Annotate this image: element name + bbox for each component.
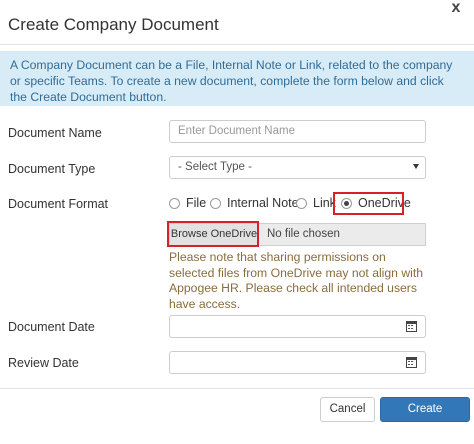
document-name-label: Document Name	[8, 126, 102, 140]
radio-button[interactable]	[169, 197, 180, 209]
document-type-selected: - Select Type -	[178, 161, 252, 173]
calendar-icon[interactable]	[406, 357, 417, 368]
onedrive-permissions-note: Please note that sharing permissions on …	[169, 250, 424, 311]
footer-divider	[0, 388, 474, 389]
cancel-button[interactable]: Cancel	[320, 397, 375, 422]
header-divider	[0, 44, 474, 45]
radio-option-internal-note[interactable]: Internal Note	[210, 196, 299, 210]
radio-option-link[interactable]: Link	[296, 196, 336, 210]
close-button[interactable]: x	[446, 0, 466, 18]
modal-title: Create Company Document	[8, 15, 219, 34]
review-date-label: Review Date	[8, 356, 79, 370]
onedrive-highlight-box	[333, 192, 404, 215]
document-type-label: Document Type	[8, 162, 96, 176]
info-text: A Company Document can be a File, Intern…	[10, 58, 453, 104]
radio-label-internal-note: Internal Note	[227, 196, 299, 210]
document-name-placeholder: Enter Document Name	[178, 125, 295, 137]
document-type-select[interactable]: - Select Type -	[169, 156, 426, 179]
calendar-icon[interactable]	[406, 321, 417, 332]
info-box: A Company Document can be a File, Intern…	[0, 51, 474, 106]
document-date-input[interactable]	[169, 315, 426, 338]
document-date-label: Document Date	[8, 320, 95, 334]
radio-button[interactable]	[296, 197, 307, 209]
browse-highlight-box	[167, 221, 259, 247]
document-name-input[interactable]: Enter Document Name	[169, 120, 426, 143]
radio-button[interactable]	[210, 197, 221, 209]
create-document-modal: x Create Company Document A Company Docu…	[0, 0, 474, 438]
file-status-text: No file chosen	[267, 228, 340, 240]
create-document-button[interactable]: Create Document	[380, 397, 470, 438]
radio-label-file: File	[186, 196, 207, 210]
radio-option-file[interactable]: File	[169, 196, 206, 210]
review-date-input[interactable]	[169, 351, 426, 374]
caret-down-icon	[413, 164, 419, 169]
